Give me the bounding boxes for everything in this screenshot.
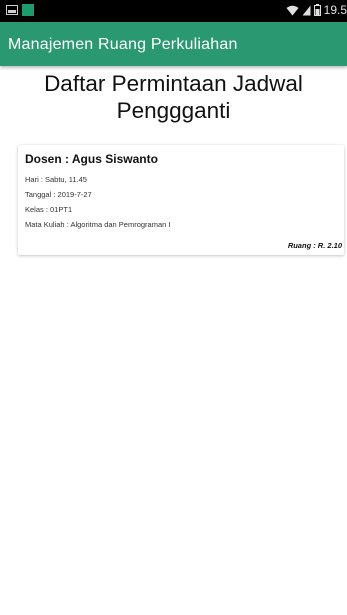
hari-text: Hari : Sabtu, 11.45 — [25, 175, 87, 184]
app-title: Manajemen Ruang Perkuliahan — [8, 36, 238, 53]
tanggal-text: Tanggal : 2019-7-27 — [25, 190, 92, 199]
status-bar-right: 19.5 — [286, 3, 347, 17]
page-title: Daftar Permintaan Jadwal Penggganti — [0, 70, 347, 124]
page-title-line-2: Penggganti — [116, 98, 231, 123]
kelas-text: Kelas : 01PT1 — [25, 205, 73, 214]
app-bar: Manajemen Ruang Perkuliahan — [0, 22, 347, 66]
status-bar: 19.5 — [0, 0, 347, 22]
wifi-icon — [286, 5, 299, 16]
ruang-text: Ruang : R. 2.10 — [287, 241, 342, 250]
app-notification-icon — [22, 4, 34, 16]
signal-icon — [302, 5, 311, 16]
page-title-line-1: Daftar Permintaan Jadwal — [44, 71, 303, 96]
status-time: 19.5 — [323, 3, 347, 17]
gallery-icon — [6, 5, 18, 15]
mata-kuliah-text: Mata Kuliah : Algoritma dan Pemrograman … — [25, 220, 171, 229]
battery-icon — [313, 4, 321, 16]
request-card[interactable]: Dosen : Agus Siswanto Hari : Sabtu, 11.4… — [18, 145, 344, 255]
dosen-name: Dosen : Agus Siswanto — [25, 152, 158, 166]
status-bar-left — [6, 4, 34, 16]
